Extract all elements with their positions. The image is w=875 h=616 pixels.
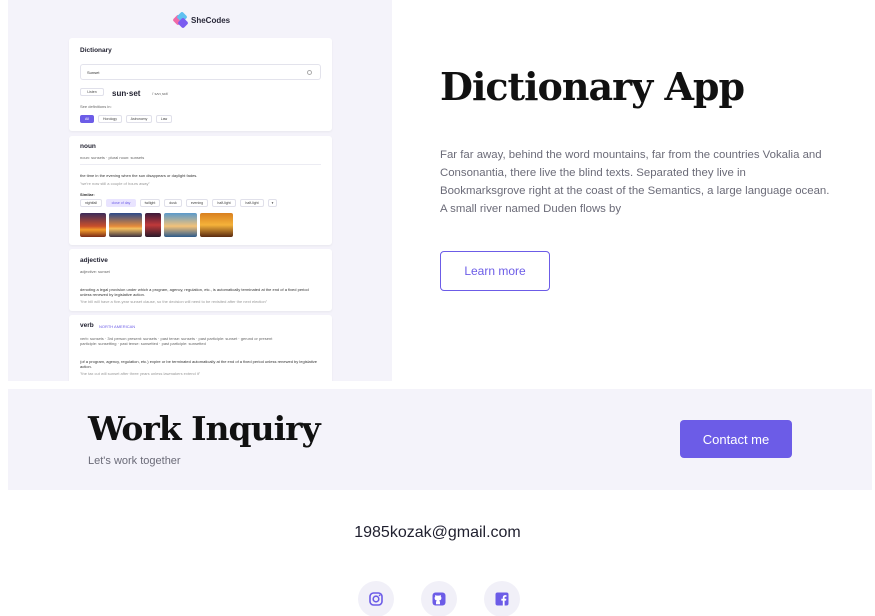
synonym-chip[interactable]: twilight xyxy=(140,199,160,207)
facebook-icon xyxy=(495,592,509,606)
noun-definition: the time in the evening when the sun dis… xyxy=(80,173,198,178)
project-preview-image: SheCodes Dictionary Sunset Listen sun·se… xyxy=(8,0,392,381)
learn-more-button[interactable]: Learn more xyxy=(440,251,550,291)
sunset-photo[interactable] xyxy=(164,213,197,237)
search-icon xyxy=(307,70,312,75)
dictionary-heading: Dictionary xyxy=(80,47,112,54)
filter-all[interactable]: All xyxy=(80,115,94,123)
more-synonyms-button[interactable]: ▾ xyxy=(268,199,277,207)
verb-heading: verb xyxy=(80,322,94,329)
word-search-input[interactable]: Sunset xyxy=(80,64,321,80)
sunset-photo[interactable] xyxy=(145,213,161,237)
project-description: Far far away, behind the word mountains,… xyxy=(440,149,830,215)
work-inquiry-section: Work Inquiry Let's work together Contact… xyxy=(8,389,872,490)
github-icon xyxy=(432,592,446,606)
contact-me-button[interactable]: Contact me xyxy=(680,420,792,458)
verb-forms-continued: participle: sunsetting · past tense: sun… xyxy=(80,341,206,346)
adjective-forms: adjective: sunset xyxy=(80,269,110,274)
synonym-chip[interactable]: half-light xyxy=(212,199,236,207)
listen-label: Listen xyxy=(87,90,97,94)
adjective-card: adjective adjective: sunset denoting a l… xyxy=(69,249,332,311)
synonym-chip[interactable]: dusk xyxy=(164,199,182,207)
verb-card: verb NORTH AMERICAN verb: sunsets · 3rd … xyxy=(69,315,332,381)
filter-astronomy[interactable]: Astronomy xyxy=(126,115,152,123)
adjective-example: "the bill will have a five-year sunset c… xyxy=(80,299,268,304)
filter-horology[interactable]: Horology xyxy=(98,115,122,123)
region-tag: NORTH AMERICAN xyxy=(99,324,136,329)
instagram-link[interactable] xyxy=(358,581,394,616)
github-link[interactable] xyxy=(421,581,457,616)
search-value: Sunset xyxy=(87,70,100,75)
shecodes-logo: SheCodes xyxy=(172,11,231,29)
divider xyxy=(80,164,321,165)
see-definitions-label: See definitions in: xyxy=(80,104,112,109)
search-card: Dictionary Sunset Listen sun·set /ˈsʌnˌs… xyxy=(69,38,332,131)
noun-heading: noun xyxy=(80,143,96,150)
facebook-link[interactable] xyxy=(484,581,520,616)
phonetic: /ˈsʌnˌsɛt/ xyxy=(152,91,169,96)
sunset-photo[interactable] xyxy=(80,213,106,237)
adjective-heading: adjective xyxy=(80,257,108,264)
verb-example: "the tax cut will sunset after three yea… xyxy=(80,371,201,376)
synonym-chip[interactable]: nightfall xyxy=(80,199,102,207)
shecodes-logo-icon xyxy=(172,11,189,29)
inquiry-subtitle: Let's work together xyxy=(88,455,181,467)
headword: sun·set xyxy=(112,89,141,98)
noun-card: noun noun: sunsets · plural noun: sunset… xyxy=(69,136,332,245)
similar-label: Similar: xyxy=(80,192,95,197)
brand-name: SheCodes xyxy=(191,15,231,25)
email-address[interactable]: 1985kozak@gmail.com xyxy=(0,524,875,542)
filter-law[interactable]: Law xyxy=(156,115,172,123)
listen-button[interactable]: Listen xyxy=(80,88,104,96)
verb-definition: (of a program, agency, regulation, etc.)… xyxy=(80,359,317,369)
sunset-photo[interactable] xyxy=(109,213,142,237)
sunset-photo[interactable] xyxy=(200,213,233,237)
noun-forms: noun: sunsets · plural noun: sunsets xyxy=(80,155,145,160)
adjective-definition: denoting a legal provision under which a… xyxy=(80,287,309,297)
synonym-chip[interactable]: close of day xyxy=(106,199,136,207)
project-title: Dictionary App xyxy=(440,64,745,109)
synonym-chip[interactable]: half-light xyxy=(240,199,264,207)
inquiry-title: Work Inquiry xyxy=(88,409,321,448)
noun-example: "we're now still a couple of hours away" xyxy=(80,181,150,186)
synonym-chip[interactable]: evening xyxy=(186,199,208,207)
instagram-icon xyxy=(369,592,383,606)
